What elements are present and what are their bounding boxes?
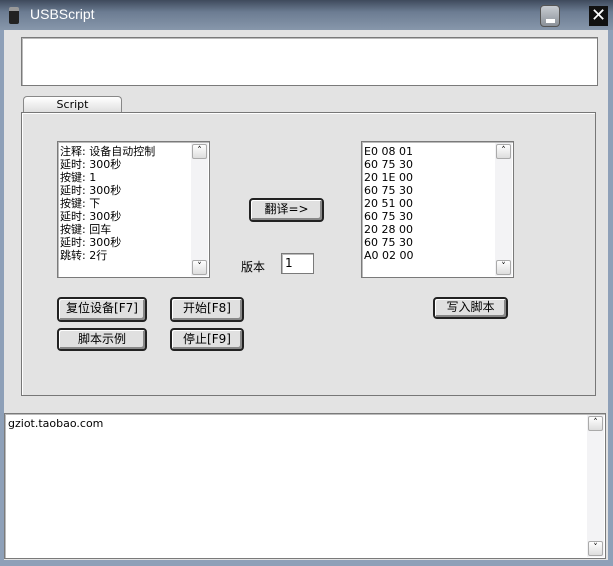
- scrollbar[interactable]: ˄ ˅: [495, 143, 512, 276]
- list-item[interactable]: 延时: 300秒: [60, 184, 207, 197]
- scroll-down-icon[interactable]: ˅: [588, 541, 603, 556]
- list-item[interactable]: 按键: 回车: [60, 223, 207, 236]
- list-item[interactable]: 60 75 30: [364, 184, 511, 197]
- write-script-button[interactable]: 写入脚本: [433, 297, 508, 319]
- start-button[interactable]: 开始[F8]: [170, 297, 244, 322]
- list-item[interactable]: 60 75 30: [364, 210, 511, 223]
- list-item[interactable]: E0 08 01: [364, 145, 511, 158]
- version-label: 版本: [241, 260, 266, 274]
- list-item[interactable]: 跳转: 2行: [60, 249, 207, 262]
- scroll-down-icon[interactable]: ˅: [192, 260, 207, 275]
- scrollbar[interactable]: ˄ ˅: [587, 415, 604, 557]
- scroll-up-icon[interactable]: ˄: [588, 416, 603, 431]
- top-textbox[interactable]: [21, 37, 598, 86]
- list-item[interactable]: 按键: 下: [60, 197, 207, 210]
- scrollbar[interactable]: ˄ ˅: [191, 143, 208, 276]
- window-title: USBScript: [30, 6, 95, 22]
- minimize-icon: [546, 19, 555, 23]
- hex-listbox[interactable]: E0 08 01 60 75 30 20 1E 00 60 75 30 20 51 00…: [361, 141, 514, 278]
- minimize-button[interactable]: [540, 5, 560, 27]
- usb-app-icon: [9, 7, 19, 24]
- list-item[interactable]: 注释: 设备自动控制: [60, 145, 207, 158]
- list-item[interactable]: 20 28 00: [364, 223, 511, 236]
- script-example-button[interactable]: 脚本示例: [57, 328, 147, 351]
- script-listbox[interactable]: 注释: 设备自动控制 延时: 300秒 按键: 1 延时: 300秒 按键: 下延时: …: [57, 141, 210, 278]
- list-item[interactable]: 延时: 300秒: [60, 236, 207, 249]
- scroll-down-icon[interactable]: ˅: [496, 260, 511, 275]
- list-item[interactable]: 60 75 30: [364, 158, 511, 171]
- list-item[interactable]: A0 02 00: [364, 249, 511, 262]
- list-item[interactable]: 60 75 30: [364, 236, 511, 249]
- tab-script[interactable]: Script: [23, 96, 122, 113]
- log-text: gziot.taobao.com: [8, 417, 104, 430]
- window-border-right: [608, 30, 613, 566]
- reset-device-button[interactable]: 复位设备[F7]: [57, 297, 147, 322]
- list-item[interactable]: 延时: 300秒: [60, 158, 207, 171]
- scroll-up-icon[interactable]: ˄: [496, 144, 511, 159]
- window-border-bottom: [0, 560, 613, 566]
- list-item[interactable]: 20 51 00: [364, 197, 511, 210]
- close-button[interactable]: ✕: [589, 6, 608, 26]
- translate-button[interactable]: 翻译=>: [249, 198, 324, 222]
- log-textarea[interactable]: gziot.taobao.com ˄ ˅: [4, 413, 606, 559]
- list-item[interactable]: 按键: 1: [60, 171, 207, 184]
- scroll-up-icon[interactable]: ˄: [192, 144, 207, 159]
- list-item[interactable]: 延时: 300秒: [60, 210, 207, 223]
- list-item[interactable]: 20 1E 00: [364, 171, 511, 184]
- version-input[interactable]: 1: [281, 253, 314, 274]
- stop-button[interactable]: 停止[F9]: [170, 328, 244, 351]
